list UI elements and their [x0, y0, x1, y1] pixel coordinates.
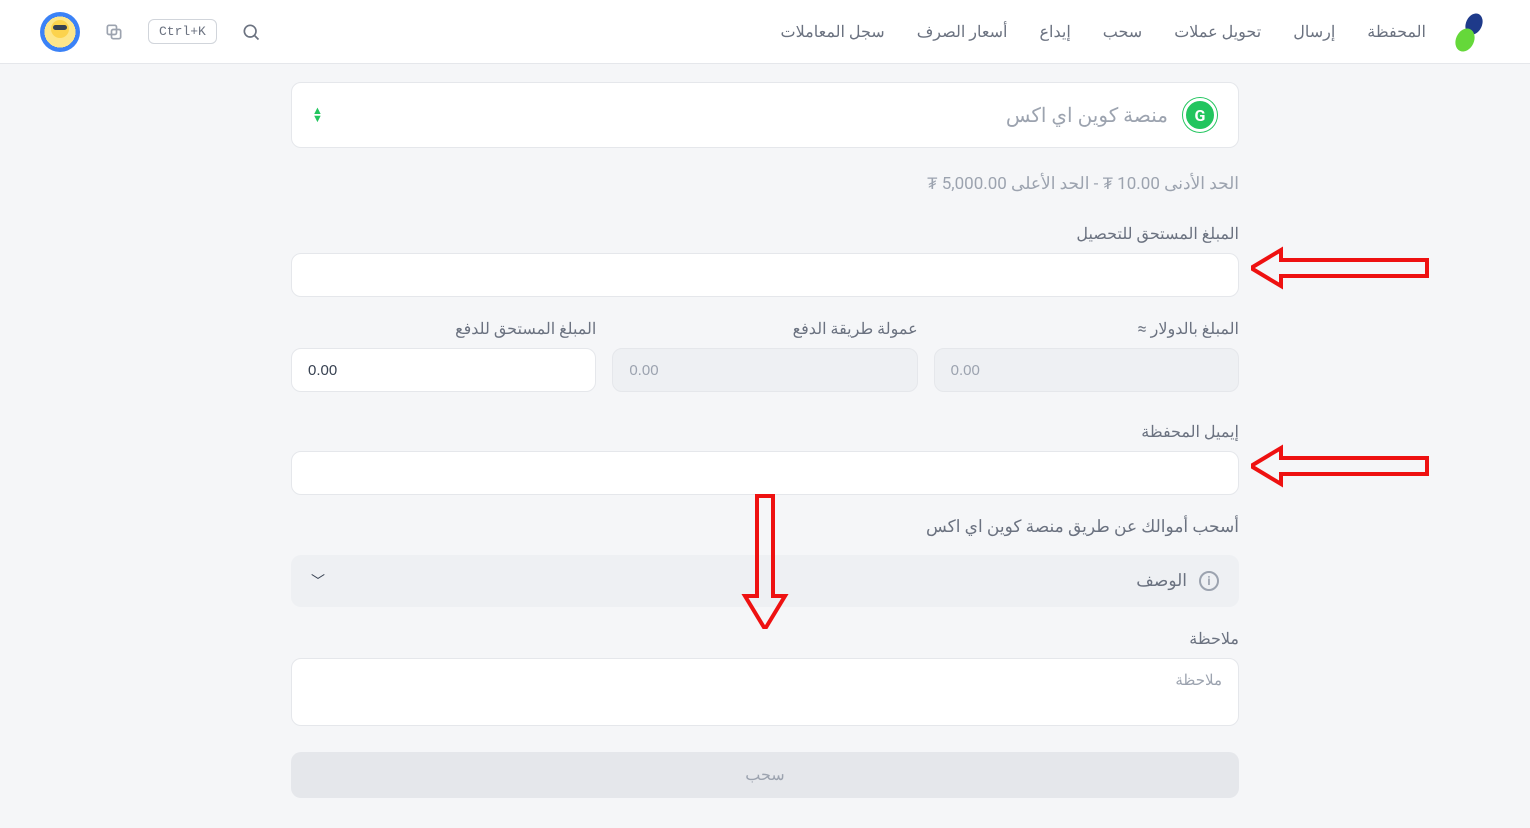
annotation-arrow-2: [1251, 444, 1429, 488]
nav-withdraw[interactable]: سحب: [1103, 22, 1142, 41]
email-block: إيميل المحفظة: [291, 422, 1239, 495]
shortcut-badge: Ctrl+K: [148, 19, 217, 44]
sort-arrows-icon: ▲▼: [312, 107, 323, 123]
search-icon[interactable]: [241, 22, 261, 42]
coinex-icon: [1182, 97, 1218, 133]
logo[interactable]: [1450, 12, 1490, 52]
info-icon: i: [1199, 571, 1219, 591]
withdraw-button[interactable]: سحب: [291, 752, 1239, 798]
nav-wallet[interactable]: المحفظة: [1367, 22, 1426, 41]
nav-deposit[interactable]: إيداع: [1039, 22, 1070, 41]
limits-text: الحد الأدنى 10.00 ₮ - الحد الأعلى 5,000.…: [291, 174, 1239, 194]
email-input[interactable]: [291, 451, 1239, 495]
usd-input: [934, 348, 1239, 392]
top-header: المحفظة إرسال تحويل عملات سحب إيداع أسعا…: [0, 0, 1530, 64]
main-content: منصة كوين اي اكس ▲▼ الحد الأدنى 10.00 ₮ …: [291, 64, 1239, 828]
annotation-arrow-1: [1251, 246, 1429, 290]
withdraw-info: أسحب أموالك عن طريق منصة كوين اي اكس: [291, 517, 1239, 537]
fee-input: [612, 348, 917, 392]
amount-label: المبلغ المستحق للتحصيل: [291, 224, 1239, 243]
amount-block: المبلغ المستحق للتحصيل: [291, 224, 1239, 297]
fee-label: عمولة طريقة الدفع: [612, 319, 917, 338]
main-nav: المحفظة إرسال تحويل عملات سحب إيداع أسعا…: [781, 22, 1426, 41]
description-toggle[interactable]: i الوصف ﹀: [291, 555, 1239, 607]
note-label: ملاحظة: [291, 629, 1239, 648]
nav-convert[interactable]: تحويل عملات: [1174, 22, 1261, 41]
platform-name: منصة كوين اي اكس: [1006, 103, 1168, 127]
note-input[interactable]: [291, 658, 1239, 726]
description-label: الوصف: [1136, 571, 1187, 591]
nav-transactions[interactable]: سجل المعاملات: [781, 22, 885, 41]
nav-rates[interactable]: أسعار الصرف: [917, 22, 1008, 41]
amounts-row: المبلغ بالدولار ≈ عمولة طريقة الدفع المب…: [291, 319, 1239, 392]
chevron-down-icon: ﹀: [311, 571, 325, 591]
nav-send[interactable]: إرسال: [1293, 22, 1335, 41]
email-label: إيميل المحفظة: [291, 422, 1239, 441]
amount-input[interactable]: [291, 253, 1239, 297]
copy-icon[interactable]: [104, 22, 124, 42]
platform-select[interactable]: منصة كوين اي اكس ▲▼: [291, 82, 1239, 148]
pay-label: المبلغ المستحق للدفع: [291, 319, 596, 338]
pay-input[interactable]: [291, 348, 596, 392]
avatar[interactable]: [40, 12, 80, 52]
usd-label: المبلغ بالدولار ≈: [934, 319, 1239, 338]
